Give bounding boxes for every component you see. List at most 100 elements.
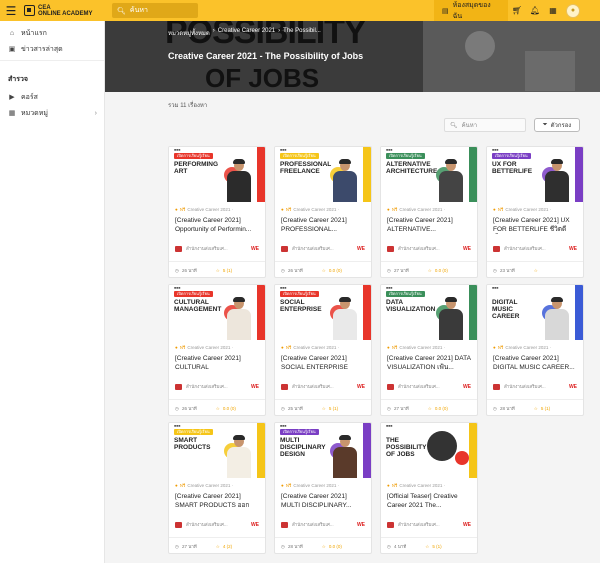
course-title[interactable]: [Creative Career 2021] CULTURAL MANAGEME… bbox=[175, 354, 259, 372]
course-title[interactable]: [Creative Career 2021] UX FOR BETTERLIFE… bbox=[493, 216, 577, 234]
thumb-logo-icon: ■■■ bbox=[386, 286, 393, 290]
clock-icon: ◷ bbox=[175, 405, 179, 411]
price-label: ฟรี bbox=[285, 207, 292, 212]
avatar[interactable]: ● bbox=[566, 3, 580, 18]
my-library-button[interactable]: ▤ ห้องสมุดของฉัน bbox=[434, 0, 508, 21]
thumb-title: PROFESSIONAL FREELANCE bbox=[280, 161, 332, 175]
course-category: Creative Career 2021 · bbox=[187, 483, 234, 488]
thumb-title: MULTI DISCIPLINARY DESIGN bbox=[280, 437, 326, 458]
course-title[interactable]: [Creative Career 2021] ALTERNATIVE... bbox=[387, 216, 471, 234]
filter-button[interactable]: ⏷ ตัวกรอง bbox=[534, 118, 580, 132]
thumb-title: ALTERNATIVE ARCHITECTURE bbox=[386, 161, 438, 175]
course-card[interactable]: ■■■ เปิดการเรียนรู้เรียน PERFORMING ART … bbox=[168, 146, 266, 278]
star-icon: ☆ bbox=[427, 267, 432, 273]
provider-logo-icon bbox=[281, 521, 288, 528]
course-rating: 5 (1) bbox=[222, 268, 233, 273]
sidebar-item-categories[interactable]: ▦ หมวดหมู่ › bbox=[0, 105, 104, 121]
course-thumbnail[interactable]: ■■■ DIGITAL MUSIC CAREER bbox=[487, 285, 583, 340]
hamburger-menu-icon[interactable]: ☰ bbox=[0, 0, 22, 21]
course-title[interactable]: [Creative Career 2021] PROFESSIONAL... bbox=[281, 216, 365, 234]
course-card[interactable]: ■■■ เปิดการเรียนรู้เรียน UX FOR BETTERLI… bbox=[486, 146, 584, 278]
course-footer: ◷ 28 นาที ☆ 5 (1) bbox=[487, 399, 583, 415]
banner-decor bbox=[525, 51, 575, 91]
course-title[interactable]: [Creative Career 2021] DATA VISUALIZATIO… bbox=[387, 354, 471, 372]
top-search-input[interactable]: 🔍︎ ค้นหา bbox=[112, 3, 198, 18]
sidebar-item-news[interactable]: ▣ ข่าวสารล่าสุด bbox=[0, 41, 104, 57]
course-card[interactable]: ■■■ เปิดการเรียนรู้เรียน MULTI DISCIPLIN… bbox=[274, 422, 372, 554]
logo[interactable]: CEA ONLINE ACADEMY bbox=[24, 5, 106, 17]
star-icon: ☆ bbox=[321, 405, 326, 411]
clock-icon: ◷ bbox=[387, 543, 391, 549]
course-category: Creative Career 2021 · bbox=[399, 345, 446, 350]
course-footer: ◷ 4 นาที ☆ 5 (1) bbox=[381, 537, 477, 553]
course-thumbnail[interactable]: ■■■ เปิดการเรียนรู้เรียน PROFESSIONAL FR… bbox=[275, 147, 371, 202]
calendar-icon[interactable]: ▦ bbox=[544, 0, 562, 21]
course-card[interactable]: ■■■ เปิดการเรียนรู้เรียน CULTURAL MANAGE… bbox=[168, 284, 266, 416]
course-thumbnail[interactable]: ■■■ เปิดการเรียนรู้เรียน CULTURAL MANAGE… bbox=[169, 285, 265, 340]
provider-name: สำนักงานส่งเสริมเศ... bbox=[398, 384, 440, 389]
sidebar-item-courses[interactable]: ▶ คอร์ส bbox=[0, 89, 104, 105]
home-icon: ⌂ bbox=[9, 29, 15, 37]
course-footer: ◷ 27 นาที ☆ 4 (2) bbox=[169, 537, 265, 553]
course-thumbnail[interactable]: ■■■ เปิดการเรียนรู้เรียน PERFORMING ART bbox=[169, 147, 265, 202]
course-meta: ● ฟรี Creative Career 2021 · bbox=[493, 206, 577, 213]
course-footer: ◷ 27 นาที ☆ 0.0 (0) bbox=[381, 399, 477, 415]
course-category: Creative Career 2021 · bbox=[293, 345, 340, 350]
course-card[interactable]: ■■■ เปิดการเรียนรู้เรียน DATA VISUALIZAT… bbox=[380, 284, 478, 416]
price-icon: ● bbox=[387, 207, 390, 212]
course-card[interactable]: ■■■ เปิดการเรียนรู้เรียน ALTERNATIVE ARC… bbox=[380, 146, 478, 278]
search-icon: 🔍︎ bbox=[117, 7, 126, 15]
thumb-stripe bbox=[575, 147, 583, 202]
course-card[interactable]: ■■■ DIGITAL MUSIC CAREER ● ฟรี Creative … bbox=[486, 284, 584, 416]
course-tag: เปิดการเรียนรู้เรียน bbox=[492, 153, 531, 159]
course-card[interactable]: ■■■ เปิดการเรียนรู้เรียน SMART PRODUCTS … bbox=[168, 422, 266, 554]
course-thumbnail[interactable]: ■■■ เปิดการเรียนรู้เรียน ALTERNATIVE ARC… bbox=[381, 147, 477, 202]
course-thumbnail[interactable]: ■■■ เปิดการเรียนรู้เรียน SOCIAL ENTERPRI… bbox=[275, 285, 371, 340]
course-duration: 26 นาที bbox=[287, 268, 303, 273]
logo-line2: ONLINE ACADEMY bbox=[38, 10, 93, 17]
course-thumbnail[interactable]: ■■■ เปิดการเรียนรู้เรียน SMART PRODUCTS bbox=[169, 423, 265, 478]
course-title[interactable]: [Creative Career 2021] DIGITAL MUSIC CAR… bbox=[493, 354, 577, 372]
price-label: ฟรี bbox=[391, 483, 398, 488]
cart-icon[interactable]: 🛒︎ bbox=[508, 0, 526, 21]
course-thumbnail[interactable]: ■■■ เปิดการเรียนรู้เรียน DATA VISUALIZAT… bbox=[381, 285, 477, 340]
course-title[interactable]: [Creative Career 2021] SMART PRODUCTS ออ… bbox=[175, 492, 259, 510]
star-icon: ☆ bbox=[533, 405, 538, 411]
breadcrumb-item[interactable]: หมวดหมู่ทั้งหมด bbox=[168, 28, 210, 38]
course-meta: ● ฟรี Creative Career 2021 · bbox=[281, 344, 365, 351]
course-thumbnail[interactable]: ■■■ THE POSSIBILITY OF JOBS bbox=[381, 423, 477, 478]
course-title[interactable]: [Creative Career 2021] SOCIAL ENTERPRISE… bbox=[281, 354, 365, 372]
course-title[interactable]: [Official Teaser] Creative Career 2021 T… bbox=[387, 492, 471, 510]
sidebar-section-title: สำรวจ bbox=[8, 76, 28, 83]
course-search-input[interactable]: 🔍︎ ค้นหา bbox=[444, 118, 526, 132]
breadcrumb-item[interactable]: Creative Career 2021 bbox=[218, 28, 275, 38]
course-tag: เปิดการเรียนรู้เรียน bbox=[174, 291, 213, 297]
sidebar-item-home[interactable]: ⌂ หน้าแรก bbox=[0, 25, 104, 41]
banner-decor bbox=[465, 31, 495, 61]
star-icon: ☆ bbox=[427, 405, 432, 411]
course-thumbnail[interactable]: ■■■ เปิดการเรียนรู้เรียน UX FOR BETTERLI… bbox=[487, 147, 583, 202]
course-provider: สำนักงานส่งเสริมเศ... WE bbox=[281, 245, 365, 252]
bell-icon[interactable]: 🔔︎ bbox=[526, 0, 544, 21]
course-card[interactable]: ■■■ THE POSSIBILITY OF JOBS ● ฟรี Creati… bbox=[380, 422, 478, 554]
course-title[interactable]: [Creative Career 2021] MULTI DISCIPLINAR… bbox=[281, 492, 365, 510]
course-provider: สำนักงานส่งเสริมเศ... WE bbox=[175, 245, 259, 252]
course-duration: 27 นาที bbox=[181, 544, 197, 549]
provider-badge: WE bbox=[250, 521, 259, 528]
course-duration: 4 นาที bbox=[393, 544, 407, 549]
price-icon: ● bbox=[387, 345, 390, 350]
thumb-logo-icon: ■■■ bbox=[174, 148, 181, 152]
price-icon: ● bbox=[175, 345, 178, 350]
course-tag: เปิดการเรียนรู้เรียน bbox=[386, 291, 425, 297]
thumb-logo-icon: ■■■ bbox=[492, 286, 499, 290]
course-card[interactable]: ■■■ เปิดการเรียนรู้เรียน SOCIAL ENTERPRI… bbox=[274, 284, 372, 416]
course-title[interactable]: [Creative Career 2021] Opportunity of Pe… bbox=[175, 216, 259, 234]
course-card[interactable]: ■■■ เปิดการเรียนรู้เรียน PROFESSIONAL FR… bbox=[274, 146, 372, 278]
chevron-right-icon: › bbox=[94, 109, 97, 117]
course-footer: ◷ 27 นาที ☆ 0.0 (0) bbox=[381, 261, 477, 277]
thumb-stripe bbox=[363, 147, 371, 202]
star-icon: ☆ bbox=[425, 543, 430, 549]
course-provider: สำนักงานส่งเสริมเศ... WE bbox=[493, 245, 577, 252]
course-provider: สำนักงานส่งเสริมเศ... WE bbox=[387, 245, 471, 252]
course-thumbnail[interactable]: ■■■ เปิดการเรียนรู้เรียน MULTI DISCIPLIN… bbox=[275, 423, 371, 478]
